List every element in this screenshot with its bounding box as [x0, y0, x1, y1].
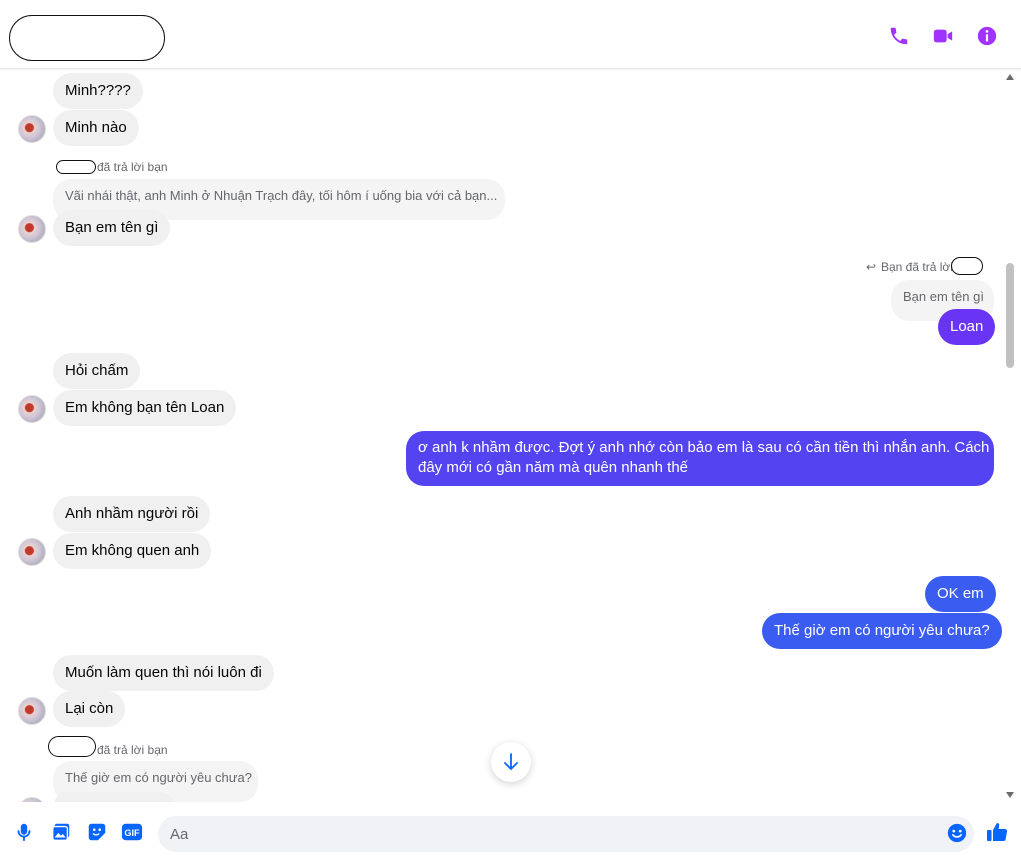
sticker-icon[interactable] — [86, 821, 108, 843]
contact-avatar[interactable] — [18, 538, 46, 566]
contact-name-redacted[interactable] — [9, 15, 165, 61]
contact-avatar[interactable] — [18, 697, 46, 725]
contact-avatar[interactable] — [18, 215, 46, 243]
incoming-message: Minh???? — [53, 73, 143, 109]
incoming-message: Lại còn — [53, 691, 126, 727]
reply-label: đã trả lời bạn — [97, 743, 168, 757]
chat-header — [0, 0, 1021, 69]
incoming-message: Minh nào — [53, 110, 139, 146]
scrollbar[interactable] — [1004, 69, 1016, 802]
contact-avatar[interactable] — [18, 797, 46, 802]
gif-label: GIF — [124, 828, 140, 838]
outgoing-message: Thế giờ em có người yêu chưa? — [762, 613, 1002, 649]
message-list[interactable]: Minh???? Minh nào đã trả lời bạn Vãi nhá… — [0, 69, 1002, 802]
replier-name-redacted — [56, 160, 96, 174]
reply-arrow-icon: ↩ — [866, 260, 877, 274]
reply-label: đã trả lời bạn — [97, 160, 168, 174]
scroll-down-arrow[interactable] — [1006, 792, 1014, 798]
emoji-icon[interactable] — [946, 822, 968, 844]
incoming-message: Anh nhầm người rồi — [53, 496, 211, 532]
image-icon[interactable] — [50, 821, 72, 843]
message-line: ơ anh k nhầm được. Đợt ý anh nhớ còn bảo… — [418, 439, 990, 456]
scroll-up-arrow[interactable] — [1006, 74, 1014, 80]
scroll-thumb[interactable] — [1006, 263, 1014, 368]
phone-icon[interactable] — [888, 25, 910, 47]
outgoing-message: ơ anh k nhầm được. Đợt ý anh nhớ còn bảo… — [406, 431, 994, 486]
message-input[interactable] — [158, 816, 974, 852]
outgoing-message: OK em — [925, 576, 996, 612]
gif-icon[interactable]: GIF — [121, 821, 143, 843]
replier-name-redacted — [951, 257, 983, 275]
replier-name-redacted — [48, 736, 96, 757]
incoming-message: Hỏi chấm — [53, 353, 141, 389]
incoming-message: Em không bạn tên Loan — [53, 390, 237, 426]
contact-avatar[interactable] — [18, 115, 46, 143]
scroll-to-bottom-button[interactable] — [491, 742, 531, 782]
reply-label: Bạn đã trả lời — [881, 260, 953, 274]
outgoing-message: Loan — [938, 309, 996, 345]
incoming-message: Bạn em tên gì — [53, 210, 171, 246]
info-icon[interactable] — [976, 25, 998, 47]
like-icon[interactable] — [985, 820, 1008, 842]
composer: GIF — [0, 806, 1021, 859]
video-icon[interactable] — [932, 25, 954, 47]
arrow-down-icon — [504, 753, 518, 771]
incoming-message: Em không quen anh — [53, 533, 212, 569]
incoming-message: Muốn làm quen thì nói luôn đi — [53, 655, 274, 691]
microphone-icon[interactable] — [13, 821, 35, 843]
message-line: đây mới có gần năm mà quên nhanh thế — [418, 459, 689, 476]
contact-avatar[interactable] — [18, 395, 46, 423]
incoming-message — [53, 792, 175, 802]
